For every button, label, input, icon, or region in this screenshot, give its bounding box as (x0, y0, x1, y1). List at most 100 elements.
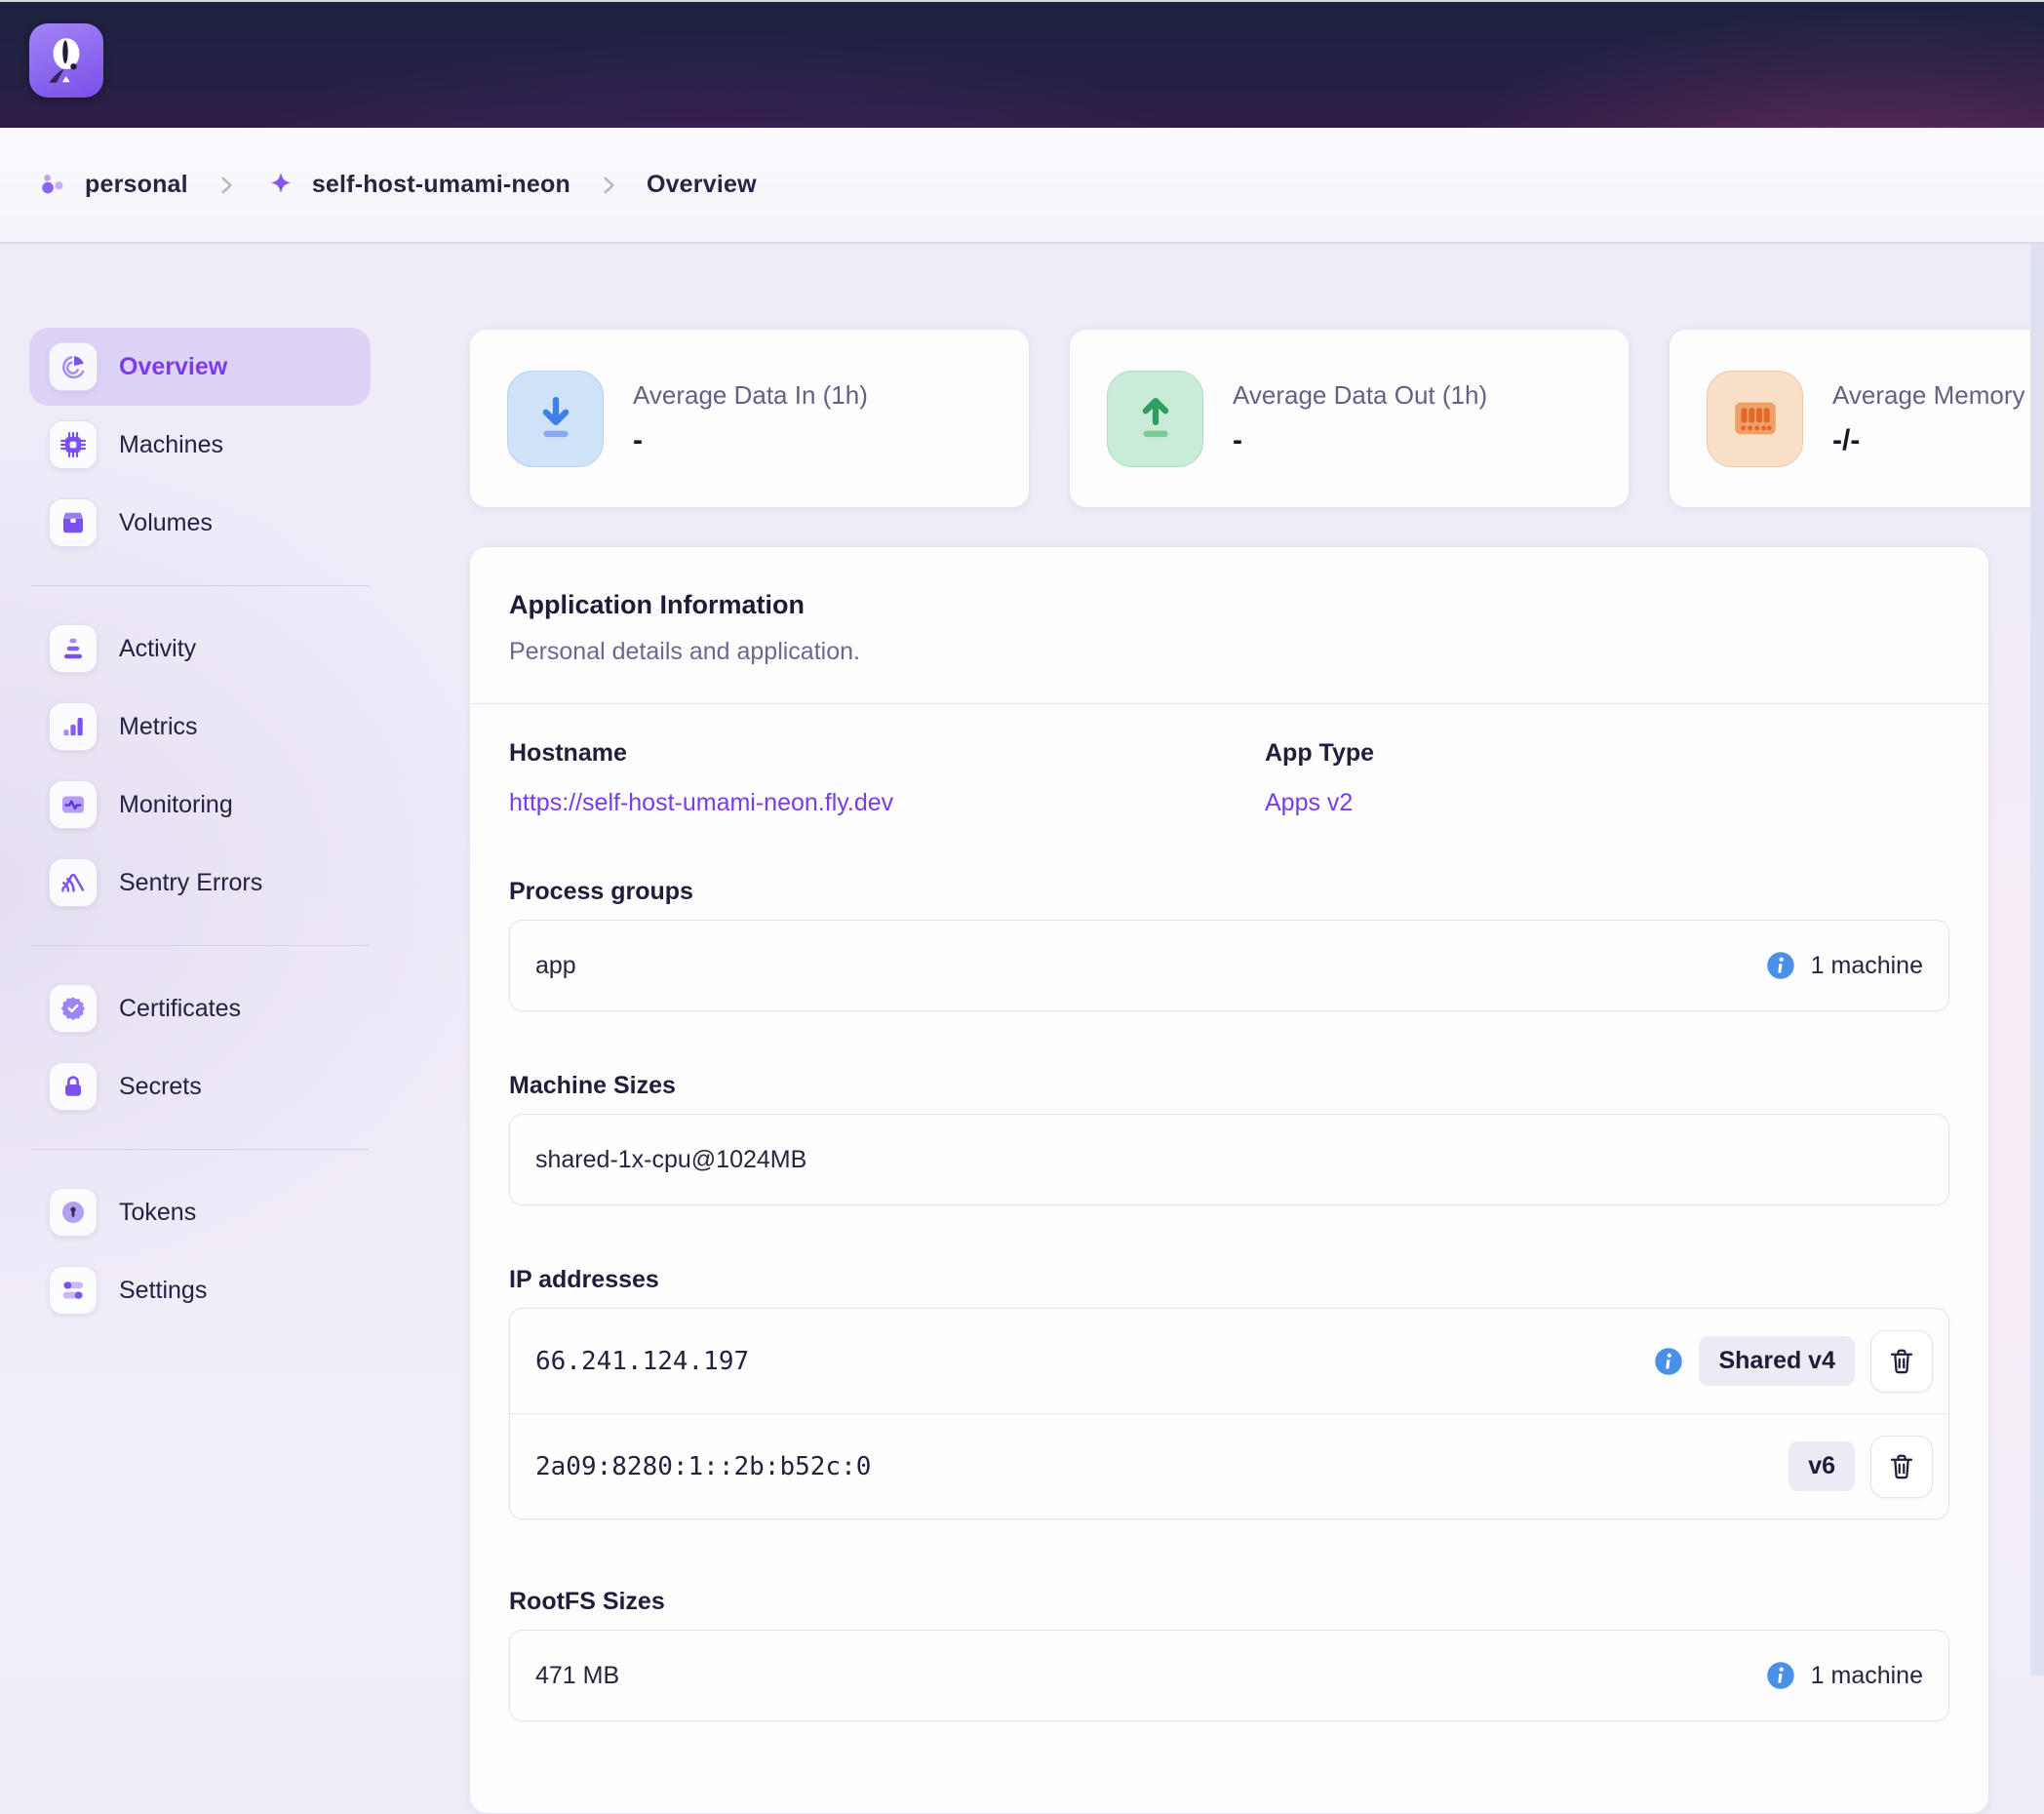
machine-size-value: shared-1x-cpu@1024MB (535, 1146, 806, 1174)
app-type-link[interactable]: Apps v2 (1265, 789, 1353, 817)
sentry-icon (49, 858, 98, 907)
process-groups-label: Process groups (509, 878, 1949, 906)
info-icon[interactable] (1654, 1347, 1683, 1376)
rootfs-sizes-label: RootFS Sizes (509, 1588, 1949, 1616)
chevron-right-icon (596, 173, 621, 198)
info-icon[interactable] (1766, 951, 1795, 980)
stat-card-data-out: Average Data Out (1h) - (1069, 329, 1630, 508)
breadcrumb-page-label: Overview (647, 171, 757, 199)
sidebar-item-machines[interactable]: Machines (29, 406, 371, 484)
org-dots-icon (37, 169, 70, 202)
breadcrumb-app-label: self-host-umami-neon (312, 171, 570, 199)
info-icon[interactable] (1766, 1661, 1795, 1690)
stat-label: Average Memory (1832, 380, 2025, 411)
ip-version-badge: v6 (1788, 1441, 1855, 1491)
package-icon (49, 498, 98, 547)
download-icon (507, 371, 604, 467)
sidebar-divider (31, 1149, 369, 1150)
fly-logo[interactable] (29, 23, 103, 98)
app-type-label: App Type (1265, 739, 1949, 768)
sidebar-item-label: Volumes (119, 509, 213, 537)
scrollbar[interactable] (2030, 244, 2044, 1676)
delete-ip-button[interactable] (1870, 1330, 1933, 1393)
sidebar-item-volumes[interactable]: Volumes (29, 484, 371, 562)
chevron-right-icon (214, 173, 239, 198)
machine-size-row: shared-1x-cpu@1024MB (510, 1115, 1948, 1204)
process-groups-box: app 1 machine (509, 920, 1949, 1011)
rootfs-size-value: 471 MB (535, 1662, 619, 1690)
card-divider (470, 703, 1988, 704)
sidebar-divider (31, 945, 369, 946)
app-sparkle-icon (264, 169, 297, 202)
sidebar-item-certificates[interactable]: Certificates (29, 969, 371, 1047)
sidebar-item-label: Sentry Errors (119, 869, 262, 897)
ip-version-badge: Shared v4 (1699, 1336, 1855, 1386)
sidebar-item-label: Overview (119, 353, 227, 381)
badge-check-icon (49, 984, 98, 1033)
rootfs-sizes-box: 471 MB 1 machine (509, 1630, 1949, 1721)
breadcrumb-org-label: personal (85, 171, 188, 199)
ip-addresses-box: 66.241.124.197 Shared v4 (509, 1308, 1949, 1519)
rootfs-machines: 1 machine (1811, 1662, 1923, 1690)
card-title: Application Information (509, 590, 1949, 620)
machine-sizes-label: Machine Sizes (509, 1072, 1949, 1100)
balloon-icon (36, 30, 97, 91)
sidebar-item-label: Secrets (119, 1073, 202, 1101)
trash-icon (1886, 1451, 1917, 1482)
main-panel: Average Data In (1h) - Average Data Out … (469, 329, 2044, 1814)
activity-icon (49, 624, 98, 673)
application-information-card: Application Information Personal details… (469, 546, 1989, 1814)
sidebar-item-tokens[interactable]: Tokens (29, 1173, 371, 1251)
breadcrumb-org[interactable]: personal (37, 169, 188, 202)
memory-icon (1707, 371, 1803, 467)
sidebar-item-label: Certificates (119, 995, 241, 1023)
sidebar-item-metrics[interactable]: Metrics (29, 688, 371, 766)
sidebar-divider (31, 585, 369, 586)
stat-label: Average Data In (1h) (633, 380, 868, 411)
sidebar-item-overview[interactable]: Overview (29, 328, 371, 406)
stat-card-data-in: Average Data In (1h) - (469, 329, 1030, 508)
hostname-field: Hostname https://self-host-umami-neon.fl… (509, 739, 1265, 817)
lock-icon (49, 1062, 98, 1111)
rootfs-row: 471 MB 1 machine (510, 1631, 1948, 1720)
content-area: Overview Machines (0, 244, 2044, 1676)
sidebar-item-activity[interactable]: Activity (29, 610, 371, 688)
pie-chart-icon (49, 342, 98, 391)
upload-icon (1107, 371, 1203, 467)
sidebar-item-sentry-errors[interactable]: Sentry Errors (29, 844, 371, 922)
hostname-label: Hostname (509, 739, 1265, 768)
ip-addresses-label: IP addresses (509, 1266, 1949, 1294)
machine-sizes-box: shared-1x-cpu@1024MB (509, 1114, 1949, 1205)
trash-icon (1886, 1346, 1917, 1377)
process-group-row: app 1 machine (510, 921, 1948, 1010)
sidebar-item-settings[interactable]: Settings (29, 1251, 371, 1329)
sidebar-item-monitoring[interactable]: Monitoring (29, 766, 371, 844)
breadcrumb: personal self-host-umami-neon Overview (0, 128, 2044, 244)
ip-row: 2a09:8280:1::2b:b52c:0 v6 (510, 1413, 1948, 1518)
delete-ip-button[interactable] (1870, 1436, 1933, 1498)
card-subtitle: Personal details and application. (509, 638, 1949, 666)
ip-address: 66.241.124.197 (535, 1347, 749, 1376)
process-group-machines: 1 machine (1811, 952, 1923, 980)
sidebar-item-label: Monitoring (119, 791, 233, 819)
stat-label: Average Data Out (1h) (1233, 380, 1487, 411)
sidebar-item-label: Activity (119, 635, 196, 663)
app-type-field: App Type Apps v2 (1265, 739, 1949, 817)
pulse-monitor-icon (49, 780, 98, 829)
ip-address: 2a09:8280:1::2b:b52c:0 (535, 1452, 871, 1481)
sidebar-item-secrets[interactable]: Secrets (29, 1047, 371, 1125)
stat-value: - (1233, 424, 1487, 457)
hostname-link[interactable]: https://self-host-umami-neon.fly.dev (509, 789, 893, 817)
ip-row: 66.241.124.197 Shared v4 (510, 1309, 1948, 1413)
bar-chart-icon (49, 702, 98, 751)
sidebar-item-label: Settings (119, 1277, 207, 1305)
stat-value: - (633, 424, 868, 457)
sliders-icon (49, 1266, 98, 1315)
app-header (0, 0, 2044, 130)
breadcrumb-app[interactable]: self-host-umami-neon (264, 169, 570, 202)
stat-value: -/- (1832, 424, 2025, 457)
stat-cards: Average Data In (1h) - Average Data Out … (469, 329, 2044, 508)
sidebar: Overview Machines (29, 328, 371, 1329)
sidebar-item-label: Tokens (119, 1199, 196, 1227)
sidebar-item-label: Metrics (119, 713, 198, 741)
